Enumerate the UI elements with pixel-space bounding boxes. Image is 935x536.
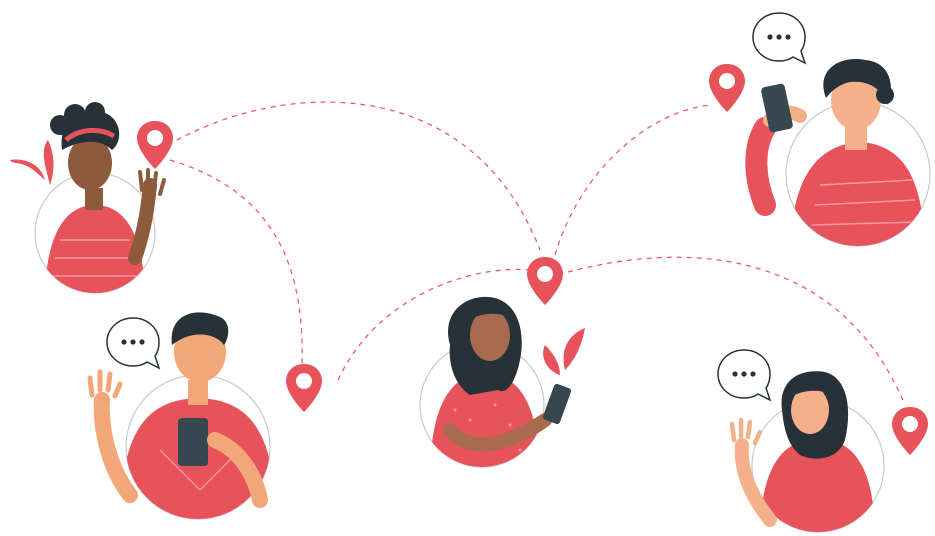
location-pin-icon [527,257,563,305]
person-woman-center [419,296,585,468]
smartphone-icon [178,418,208,466]
person-man-top-right [745,59,931,247]
location-pin-icon [709,64,745,112]
speech-bubble-icon [717,349,771,401]
location-pin-icon [892,407,928,455]
leaf-icon [563,328,585,370]
speech-bubble-icon [752,12,806,64]
path-topleft-to-center [167,101,541,251]
path-center-to-topright [554,104,713,256]
leaf-icon [10,159,45,180]
location-pin-icon [137,121,173,169]
illustration-canvas [10,12,931,533]
leaf-icon [43,140,54,185]
smartphone-icon [542,383,572,425]
speech-bubble-icon [106,317,160,369]
leaf-icon [543,345,560,375]
location-pin-icon [286,364,322,412]
